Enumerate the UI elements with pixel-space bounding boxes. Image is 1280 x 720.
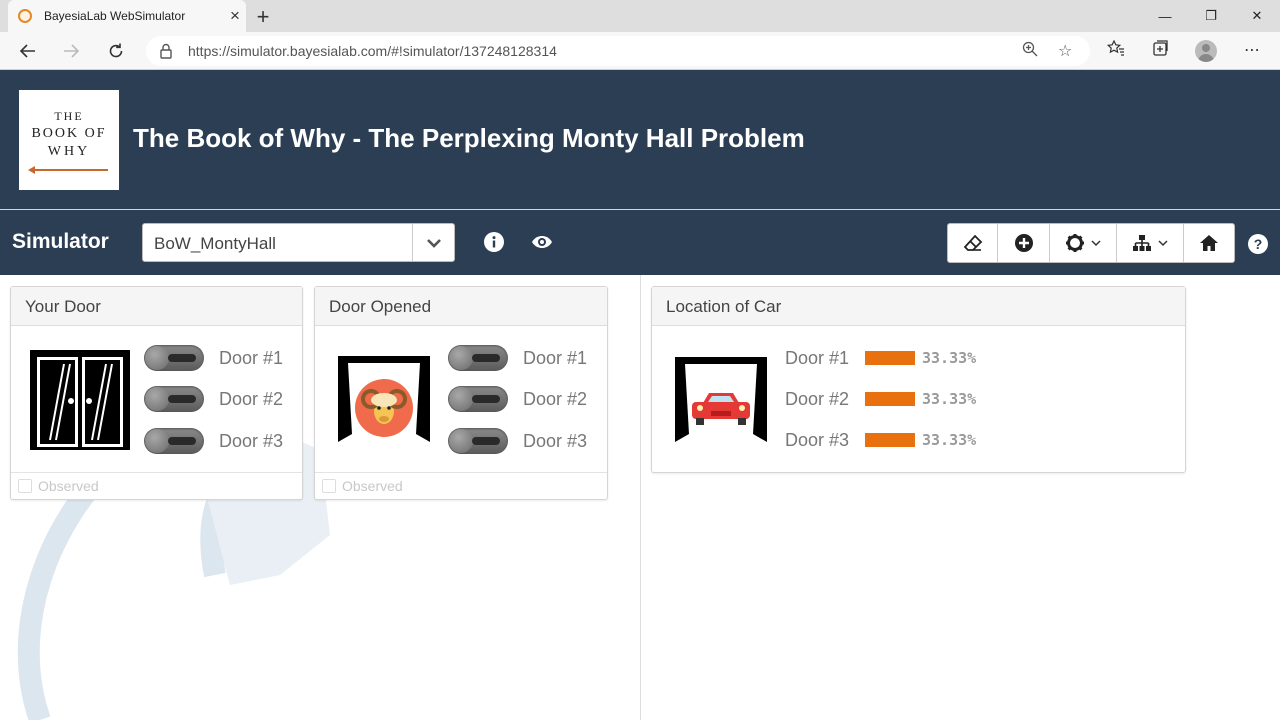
state-label: Door #2: [219, 388, 284, 409]
state-label: Door #3: [219, 430, 284, 451]
simulator-workspace: Your Door Door #1 Door #2 Door #3 Observ: [0, 275, 1280, 720]
collections-icon[interactable]: [1148, 40, 1172, 61]
hierarchy-icon: [1133, 235, 1151, 251]
settings-button[interactable]: [1050, 224, 1117, 262]
toggle-switch[interactable]: [144, 428, 204, 454]
window-controls: — ❐ ✕: [1142, 0, 1280, 32]
zoom-icon[interactable]: [1022, 41, 1038, 62]
prob-row-door-3: Door #3 33.33%: [785, 425, 976, 455]
more-menu-icon[interactable]: ⋯: [1240, 40, 1264, 60]
prob-value: 33.33%: [922, 349, 977, 367]
favorite-star-icon[interactable]: ☆: [1058, 41, 1072, 61]
home-button[interactable]: [1184, 224, 1234, 262]
favorites-icon[interactable]: [1104, 39, 1128, 61]
state-label: Door #1: [523, 347, 588, 368]
home-icon: [1200, 235, 1218, 251]
state-row-door-2[interactable]: Door #2: [448, 384, 587, 414]
observed-checkbox[interactable]: [322, 479, 336, 493]
browser-tab-bar: BayesiaLab WebSimulator × + — ❐ ✕: [0, 0, 1280, 32]
car-door-icon: [675, 357, 767, 442]
logo-arrow-icon: [28, 165, 108, 174]
help-icon[interactable]: ?: [1248, 234, 1268, 254]
browser-address-bar: https://simulator.bayesialab.com/#!simul…: [0, 32, 1280, 70]
gear-icon: [1066, 234, 1084, 252]
node-panel-your-door: Your Door Door #1 Door #2 Door #3 Observ: [10, 286, 303, 500]
prob-bar: [865, 433, 915, 447]
back-icon[interactable]: [13, 36, 43, 66]
chevron-down-icon: [1091, 240, 1101, 247]
prob-bar: [865, 351, 915, 365]
state-label: Door #3: [523, 430, 588, 451]
prob-row-door-1: Door #1 33.33%: [785, 343, 976, 373]
prob-label: Door #1: [785, 347, 850, 368]
node-panel-door-opened: Door Opened Door #1 Door #2 Door #3 Obse…: [314, 286, 608, 500]
tab-title: BayesiaLab WebSimulator: [44, 9, 186, 23]
chevron-down-icon: [1158, 240, 1168, 247]
prob-label: Door #3: [785, 429, 850, 450]
new-tab-icon[interactable]: +: [253, 4, 273, 30]
eraser-button[interactable]: [948, 224, 998, 262]
observed-checkbox[interactable]: [18, 479, 32, 493]
url-field[interactable]: https://simulator.bayesialab.com/#!simul…: [146, 36, 1090, 66]
column-divider: [640, 275, 641, 720]
app-header: THE BOOK OF WHY The Book of Why - The Pe…: [0, 70, 1280, 209]
state-row-door-3[interactable]: Door #3: [448, 426, 587, 456]
bayesialab-favicon-icon: [18, 9, 32, 23]
plus-circle-icon: [1014, 234, 1033, 252]
tab-close-icon[interactable]: ×: [224, 6, 246, 26]
network-select[interactable]: BoW_MontyHall: [142, 223, 455, 262]
toggle-switch[interactable]: [144, 345, 204, 371]
panel-title-your-door: Your Door: [11, 287, 302, 326]
lock-icon: [160, 43, 172, 59]
state-row-door-1[interactable]: Door #1: [448, 343, 587, 373]
prob-row-door-2: Door #2 33.33%: [785, 384, 976, 414]
toggle-switch[interactable]: [448, 345, 508, 371]
minimize-icon[interactable]: —: [1142, 0, 1188, 32]
node-panel-location-of-car: Location of Car Door #1 33.33% Door #2 3…: [651, 286, 1186, 473]
observed-label: Observed: [38, 478, 99, 494]
url-text: https://simulator.bayesialab.com/#!simul…: [188, 43, 557, 59]
network-select-value: BoW_MontyHall: [154, 234, 276, 253]
toggle-switch[interactable]: [448, 428, 508, 454]
state-row-door-3[interactable]: Door #3: [144, 426, 283, 456]
restore-icon[interactable]: ❐: [1188, 0, 1234, 32]
panel-title-location-of-car: Location of Car: [652, 287, 1185, 326]
add-button[interactable]: [998, 224, 1050, 262]
panel-title-door-opened: Door Opened: [315, 287, 607, 326]
closed-door-icon: [30, 350, 130, 450]
profile-avatar[interactable]: [1195, 40, 1217, 62]
toggle-switch[interactable]: [144, 386, 204, 412]
eraser-icon: [963, 234, 982, 251]
goat-door-icon: [338, 356, 430, 442]
book-of-why-logo: THE BOOK OF WHY: [19, 90, 119, 190]
network-layout-button[interactable]: [1117, 224, 1184, 262]
simulator-toolbar: Simulator BoW_MontyHall ?: [0, 210, 1280, 275]
info-icon[interactable]: [484, 232, 504, 257]
prob-value: 33.33%: [922, 390, 977, 408]
panel-footer: Observed: [11, 472, 302, 499]
observed-label: Observed: [342, 478, 403, 494]
browser-tab[interactable]: BayesiaLab WebSimulator ×: [8, 0, 246, 32]
prob-label: Door #2: [785, 388, 850, 409]
toggle-switch[interactable]: [448, 386, 508, 412]
state-row-door-2[interactable]: Door #2: [144, 384, 283, 414]
simulator-label: Simulator: [12, 230, 109, 253]
state-label: Door #2: [523, 388, 588, 409]
chevron-down-icon[interactable]: [412, 224, 454, 261]
refresh-icon[interactable]: [101, 36, 131, 66]
toolbar-button-group: [947, 223, 1235, 263]
prob-bar: [865, 392, 915, 406]
panel-footer: Observed: [315, 472, 607, 499]
page-title: The Book of Why - The Perplexing Monty H…: [133, 123, 805, 153]
eye-icon[interactable]: [531, 235, 553, 254]
window-close-icon[interactable]: ✕: [1234, 0, 1280, 32]
state-label: Door #1: [219, 347, 284, 368]
state-row-door-1[interactable]: Door #1: [144, 343, 283, 373]
prob-value: 33.33%: [922, 431, 977, 449]
forward-icon[interactable]: [56, 36, 86, 66]
